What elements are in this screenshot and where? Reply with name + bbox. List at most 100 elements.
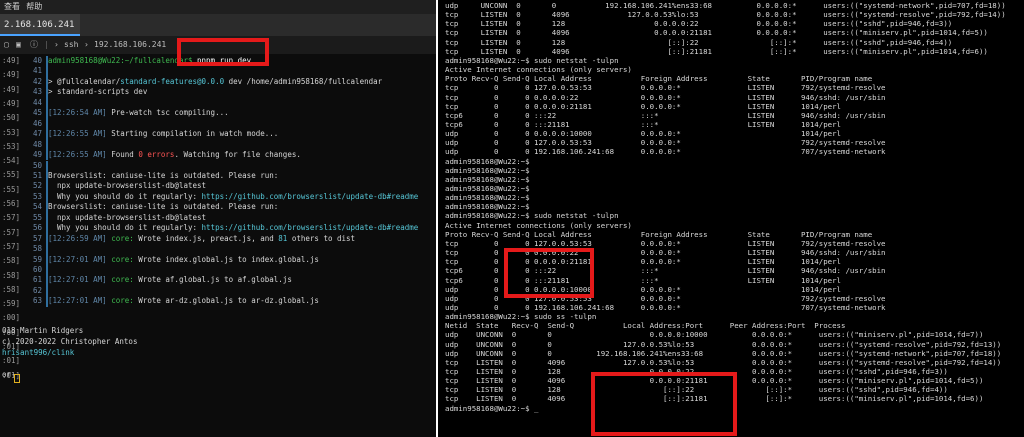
line-text: Found: [106, 150, 139, 160]
console-line: tcp 0 0 127.0.0.53:53 0.0.0.0:* LISTEN 7…: [445, 238, 886, 248]
console-line: tcp 0 0 0.0.0.0:21181 0.0.0.0:* LISTEN 1…: [445, 101, 842, 111]
terminal-line: Browserslist: caniuse-lite is outdated. …: [48, 171, 278, 180]
terminal-line: [12:26:55 AM] Starting compilation in wa…: [48, 129, 278, 138]
footer-line: c) 2020-2022 Christopher Antos: [2, 337, 138, 346]
terminal-line: [12:26:55 AM] Found 0 errors. Watching f…: [48, 150, 301, 159]
terminal-line: npx update-browserslist-db@latest: [48, 181, 206, 190]
line-suffix: dev /home/admin958168/fullcalendar: [224, 76, 383, 86]
gutter-time: :49]: [2, 56, 21, 65]
right-console-window[interactable]: udp UNCONN 0 0 192.168.106.241%ens33:68 …: [438, 0, 1024, 437]
log-timestamp: [12:26:55 AM]: [48, 129, 107, 139]
link-text[interactable]: https://github.com/browserslist/update-d…: [202, 223, 419, 232]
terminal-line: [12:27:01 AM] core: Wrote af.global.js t…: [48, 275, 292, 284]
line-text: Wrote ar-dz.global.js to ar-dz.global.js: [133, 296, 319, 306]
console-line: tcp LISTEN 0 4096 127.0.0.53%lo:53 0.0.0…: [445, 357, 1002, 367]
gutter-time: :00]: [2, 313, 21, 323]
terminal-line: npx update-browserslist-db@latest: [48, 213, 206, 222]
left-terminal-window: 查看 帮助 2.168.106.241 ▢ ▣ ⓘ | › ssh › 192.…: [0, 0, 436, 437]
console-line: admin958168@Wu22:~$: [445, 184, 530, 193]
console-line: tcp LISTEN 0 4096 0.0.0.0:21181 0.0.0.0:…: [445, 28, 988, 38]
console-line: udp 0 0 0.0.0.0:10000 0.0.0.0:* 1014/per…: [445, 129, 842, 139]
line-text: Starting compilation in watch mode...: [106, 129, 279, 139]
gutter-time: :58]: [2, 256, 21, 266]
line-number: 46: [32, 118, 42, 128]
gutter-time: :53]: [2, 127, 21, 137]
tab-bar: 2.168.106.241: [0, 14, 436, 36]
breadcrumb-chevron-icon: ›: [54, 40, 59, 49]
log-timestamp: [12:27:01 AM]: [48, 254, 107, 264]
console-line: admin958168@Wu22:~$: [445, 174, 530, 184]
shell-prompt: admin958168@Wu22:~/fullcalendar$: [48, 56, 198, 65]
line-number: 41: [32, 66, 42, 76]
terminal-line: [12:27:01 AM] core: Wrote index.global.j…: [48, 255, 319, 264]
breadcrumb-host[interactable]: 192.168.106.241: [94, 36, 166, 54]
menu-help[interactable]: 帮助: [26, 2, 42, 11]
copy-icon[interactable]: ▣: [16, 36, 21, 54]
terminal-output[interactable]: 40 admin958168@Wu22:~/fullcalendar$ pnpm …: [22, 54, 436, 384]
gutter-time: :49]: [2, 70, 21, 80]
line-number: 57: [32, 233, 42, 243]
terminal-line: [12:26:54 AM] Pre-watch tsc compiling...: [48, 108, 229, 117]
terminal-line: [12:27:01 AM] core: Wrote ar-dz.global.j…: [48, 296, 319, 305]
log-timestamp: [12:26:55 AM]: [48, 150, 107, 160]
line-suffix: . Watching for file changes.: [174, 150, 301, 160]
menu-view[interactable]: 查看: [4, 2, 20, 11]
line-number: 48: [32, 139, 42, 149]
line-text: npx update-browserslist-db@latest: [48, 181, 207, 191]
breadcrumb-ssh[interactable]: ssh: [64, 36, 78, 54]
info-icon[interactable]: ⓘ: [30, 36, 38, 54]
cursor: [14, 374, 20, 383]
gutter-time: :57]: [2, 213, 21, 223]
log-source: core:: [106, 254, 134, 264]
line-number: 60: [32, 265, 42, 274]
split-icon[interactable]: ▢: [4, 36, 9, 54]
highlight-box-netstat: [504, 248, 594, 298]
line-number: 44: [32, 97, 42, 107]
footer-line: 018 Martin Ridgers: [2, 326, 84, 335]
gutter-time: :54]: [2, 156, 21, 166]
line-number: 63: [32, 296, 42, 306]
toolbar-divider: |: [44, 40, 49, 49]
line-marker: [46, 244, 48, 255]
console-line: tcp LISTEN 0 128 [::]:22 [::]:* users:((…: [445, 37, 953, 47]
footer-line: hrisant996/clink: [2, 348, 75, 357]
console-line: udp 0 0 192.168.106.241:68 0.0.0.0:* 707…: [445, 147, 886, 157]
console-line: Active Internet connections (only server…: [445, 65, 632, 75]
line-text: Pre-watch tsc compiling...: [106, 108, 229, 118]
log-timestamp: [12:27:01 AM]: [48, 275, 107, 285]
console-line: udp UNCONN 0 0 127.0.0.53%lo:53 0.0.0.0:…: [445, 339, 1002, 349]
log-timestamp: [12:27:01 AM]: [48, 296, 107, 306]
gutter-time: :49]: [2, 98, 21, 108]
terminal-line: > standard-scripts dev: [48, 87, 147, 96]
menu-bar: 查看 帮助: [0, 0, 436, 14]
line-marker: [46, 285, 48, 297]
line-text: npx update-browserslist-db@latest: [48, 212, 207, 222]
terminal-line: Why you should do it regularly: https://…: [48, 192, 418, 201]
gutter-time: :55]: [2, 170, 21, 180]
console-line: tcp 0 0 127.0.0.53:53 0.0.0.0:* LISTEN 7…: [445, 83, 886, 93]
breadcrumb-chevron-icon: ›: [84, 40, 89, 49]
tab-ssh-session[interactable]: 2.168.106.241: [0, 14, 80, 36]
line-marker: [46, 160, 48, 171]
gutter-time: :53]: [2, 141, 21, 151]
line-number: 50: [32, 160, 42, 170]
file-count: 81: [278, 233, 288, 243]
line-number: 59: [32, 254, 42, 264]
console-line: admin958168@Wu22:~$ sudo ss -tulpn: [445, 312, 597, 322]
line-text: Wrote index.global.js to index.global.js: [133, 254, 319, 264]
gutter-time: :57]: [2, 241, 21, 251]
line-number: 51: [32, 170, 42, 180]
console-line: admin958168@Wu22:~$ sudo netstat -tulpn: [445, 55, 619, 65]
line-text: Why you should do it regularly:: [48, 223, 202, 233]
console-line: udp UNCONN 0 0 0.0.0.0:10000 0.0.0.0:* u…: [445, 330, 984, 340]
line-text: Why you should do it regularly:: [48, 191, 202, 201]
line-text: Wrote index.js, preact.js, and: [133, 233, 279, 243]
line-number: 45: [32, 108, 42, 118]
console-line: Netid State Recv-Q Send-Q Local Address:…: [445, 321, 846, 331]
console-line: Active Internet connections (only server…: [445, 220, 632, 230]
link-text[interactable]: https://github.com/browserslist/update-d…: [202, 192, 419, 201]
console-line: tcp6 0 0 :::21181 :::* LISTEN 1014/perl: [445, 119, 842, 129]
line-prefix: > @fullcalendar/: [48, 76, 121, 86]
terminal-line: Why you should do it regularly: https://…: [48, 223, 418, 232]
line-marker: [46, 118, 48, 130]
